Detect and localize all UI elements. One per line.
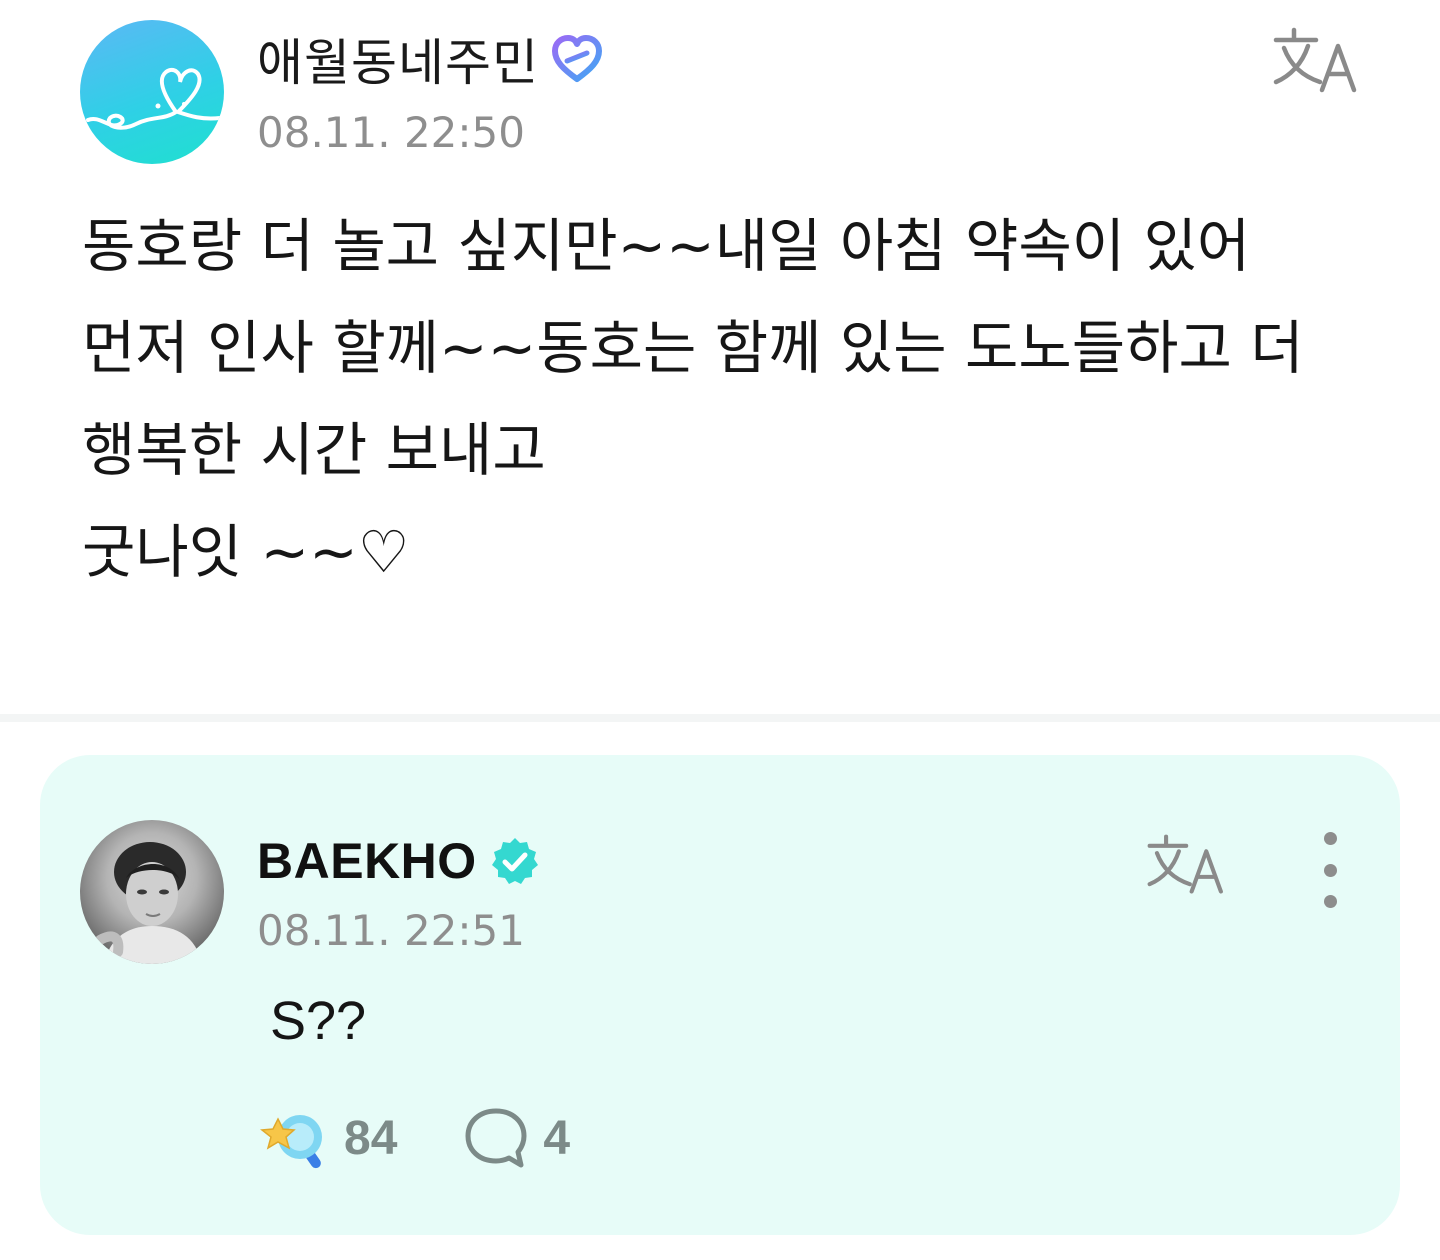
like-count: 84	[344, 1111, 398, 1165]
artist-reply-card	[40, 755, 1400, 1235]
fan-author-row: 애월동네주민	[257, 24, 605, 94]
artist-photo	[95, 842, 202, 964]
translate-icon[interactable]	[1146, 832, 1230, 898]
more-dot	[1323, 832, 1337, 845]
translate-icon[interactable]	[1272, 26, 1364, 96]
more-dot	[1323, 895, 1337, 908]
fan-author-name[interactable]: 애월동네주민	[257, 23, 539, 95]
post-line: 굿나잇 ~~♡	[82, 518, 410, 586]
artist-author-name[interactable]: BAEKHO	[257, 832, 477, 890]
comment-bubble-icon[interactable]	[463, 1105, 529, 1171]
avatar-heart-doodle-icon	[86, 67, 222, 130]
comment-count: 4	[543, 1111, 571, 1165]
fan-avatar[interactable]	[80, 20, 224, 164]
fan-post: 애월동네주민 08.11. 22:50 동호랑 더 놀고 싶지만~~내일 아침 …	[0, 0, 1440, 714]
post-line: 행복한 시간 보내고	[82, 416, 546, 484]
heart-badge-icon	[552, 35, 602, 82]
artist-avatar[interactable]	[80, 820, 224, 964]
reaction-row: 84 4	[258, 1100, 570, 1176]
more-dot	[1323, 863, 1337, 877]
section-divider	[0, 714, 1440, 722]
artist-reply-text: S??	[270, 991, 367, 1051]
verified-check-icon	[491, 838, 538, 884]
fan-post-body: 동호랑 더 놀고 싶지만~~내일 아침 약속이 있어 먼저 인사 할께~~동호는…	[82, 195, 1362, 603]
artist-author-row: BAEKHO	[257, 826, 541, 896]
star-lollipop-icon[interactable]	[258, 1103, 328, 1173]
post-line: 먼저 인사 할께~~동호는 함께 있는 도노들하고 더	[82, 314, 1304, 382]
artist-reply-time: 08.11. 22:51	[257, 906, 525, 955]
more-options-button[interactable]	[1308, 832, 1352, 908]
fan-post-time: 08.11. 22:50	[257, 108, 525, 157]
post-line: 동호랑 더 놀고 싶지만~~내일 아침 약속이 있어	[82, 212, 1251, 280]
